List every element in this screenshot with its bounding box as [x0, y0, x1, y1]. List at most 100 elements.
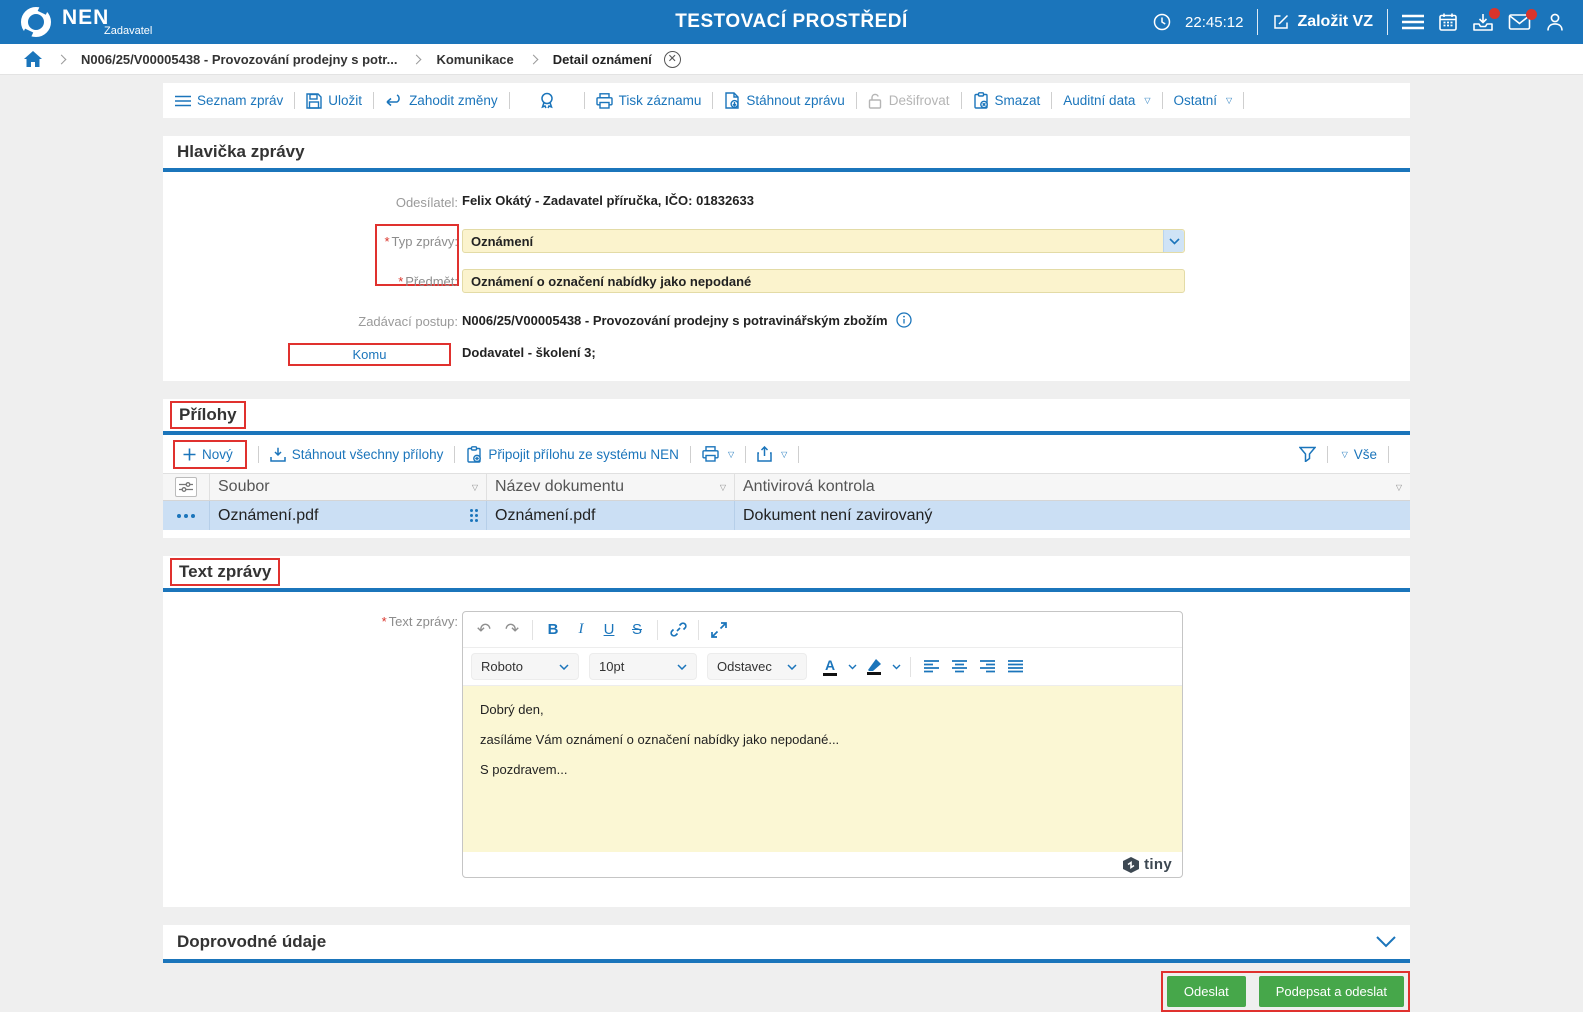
link-icon[interactable]	[665, 617, 691, 643]
underline-icon[interactable]: U	[596, 617, 622, 643]
attachments-section: Přílohy Nový Stáhnout všechny přílohy Př…	[163, 399, 1410, 538]
column-settings-icon[interactable]	[175, 477, 197, 497]
divider	[855, 92, 857, 109]
type-label: * Typ zprávy:	[384, 234, 458, 249]
editor-line: Dobrý den,	[480, 702, 544, 717]
text-color-button[interactable]: A	[817, 654, 843, 680]
message-header-section: Hlavička zprávy Odesílatel: Felix Okátý …	[163, 136, 1410, 381]
attachment-doc-name: Oznámení.pdf	[495, 506, 596, 524]
message-type-select[interactable]: Oznámení	[462, 229, 1185, 253]
tinymce-logo-icon	[1123, 856, 1140, 873]
expand-chevron-icon[interactable]	[1376, 936, 1396, 948]
filter-all-dropdown[interactable]: ▽ Vše	[1339, 447, 1377, 462]
breadcrumb-procedure[interactable]: N006/25/V00005438 - Provozování prodejny…	[81, 52, 397, 67]
editor-toolbar-row2: Roboto 10pt Odstavec A	[463, 648, 1182, 686]
divider	[1387, 9, 1388, 35]
inbox-button[interactable]	[1472, 8, 1500, 32]
column-filter-icon[interactable]: ▽	[1396, 483, 1402, 492]
caret-down-icon: ▽	[1226, 96, 1233, 105]
download-message-button[interactable]: Stáhnout zprávu	[724, 92, 845, 109]
message-list-button[interactable]: Seznam zpráv	[175, 93, 283, 108]
section-title-hlavicka: Hlavička zprávy	[177, 142, 305, 161]
decrypt-button: Dešifrovat	[868, 93, 950, 109]
drag-handle-icon[interactable]	[470, 509, 478, 522]
section-title-doprovodne: Doprovodné údaje	[177, 932, 327, 951]
main-menu-button[interactable]	[1402, 14, 1424, 30]
user-profile-button[interactable]	[1545, 12, 1565, 32]
discard-changes-button[interactable]: Zahodit změny	[385, 93, 498, 108]
export-attachments-dropdown[interactable]: ▽	[757, 446, 787, 462]
send-button[interactable]: Odeslat	[1166, 976, 1246, 1007]
undo-icon[interactable]: ↶	[471, 617, 497, 643]
chevron-down-icon[interactable]	[1163, 230, 1184, 252]
delete-button[interactable]: Smazat	[973, 92, 1040, 109]
editor-line: S pozdravem...	[480, 762, 568, 777]
font-size-select[interactable]: 10pt	[589, 653, 697, 680]
attachment-row[interactable]: Oznámení.pdf Oznámení.pdf Dokument není …	[163, 501, 1410, 530]
highlight-color-button[interactable]	[861, 654, 887, 680]
print-record-button[interactable]: Tisk záznamu	[595, 92, 701, 109]
attach-from-nen-button[interactable]: Připojit přílohu ze systému NEN	[466, 445, 679, 463]
row-menu-icon[interactable]	[177, 513, 195, 518]
subject-input[interactable]: Oznámení o označení nabídky jako nepodan…	[462, 269, 1185, 293]
save-button[interactable]: Uložit	[306, 92, 362, 109]
info-icon[interactable]	[895, 312, 912, 328]
caret-down-icon: ▽	[1144, 96, 1151, 105]
paragraph-format-select[interactable]: Odstavec	[707, 653, 807, 680]
calendar-icon	[1438, 12, 1458, 32]
home-icon[interactable]	[24, 51, 42, 67]
recipients-button[interactable]: Komu	[288, 343, 451, 366]
text-color-caret[interactable]	[845, 654, 859, 680]
filter-button[interactable]	[1298, 446, 1316, 462]
editor-line: zasíláme Vám oznámení o označení nabídky…	[480, 732, 840, 747]
section-title-text-zpravy: Text zprávy	[170, 558, 281, 586]
record-toolbar: Seznam zpráv Uložit Zahodit změny Tisk z…	[163, 83, 1410, 118]
attachments-table-header: Soubor ▽ Název dokumentu ▽ Antivirová ko…	[163, 473, 1410, 501]
sign-and-send-button[interactable]: Podepsat a odeslat	[1258, 976, 1404, 1007]
attachment-antivirus-status: Dokument není zavirovaný	[743, 506, 933, 524]
italic-icon[interactable]: I	[568, 617, 594, 643]
align-right-icon[interactable]	[974, 654, 1000, 680]
column-header-nazev[interactable]: Název dokumentu ▽	[487, 474, 735, 500]
column-filter-icon[interactable]: ▽	[472, 483, 478, 492]
download-all-attachments-button[interactable]: Stáhnout všechny přílohy	[270, 447, 443, 462]
column-filter-icon[interactable]: ▽	[720, 483, 726, 492]
messages-button[interactable]	[1508, 9, 1537, 31]
nen-logo[interactable]: NEN Zadavatel	[18, 4, 152, 40]
procedure-label: Zadávací postup:	[358, 314, 458, 329]
breadcrumb-komunikace[interactable]: Komunikace	[436, 52, 513, 67]
column-header-antivir[interactable]: Antivirová kontrola ▽	[735, 474, 1410, 500]
close-tab-icon[interactable]: ✕	[663, 50, 681, 68]
rich-text-editor[interactable]: ↶ ↷ B I U S Roboto 10pt Odstavec A Dobrý…	[462, 611, 1183, 878]
audit-data-dropdown[interactable]: Auditní data ▽	[1063, 93, 1150, 108]
nen-logo-icon	[18, 4, 54, 40]
edit-icon	[1272, 13, 1290, 31]
align-justify-icon[interactable]	[1002, 654, 1028, 680]
align-center-icon[interactable]	[946, 654, 972, 680]
align-left-icon[interactable]	[918, 654, 944, 680]
breadcrumb-current: Detail oznámení	[552, 51, 652, 67]
attachments-toolbar: Nový Stáhnout všechny přílohy Připojit p…	[163, 435, 1410, 473]
new-attachment-button[interactable]: Nový	[173, 439, 247, 469]
seal-button[interactable]	[521, 92, 573, 110]
section-title-prilohy: Přílohy	[170, 401, 246, 429]
bold-icon[interactable]: B	[540, 617, 566, 643]
font-family-select[interactable]: Roboto	[471, 653, 579, 680]
create-vz-button[interactable]: Založit VZ	[1272, 13, 1373, 31]
caret-down-icon: ▽	[727, 449, 735, 459]
inbox-notification-badge	[1489, 8, 1500, 19]
message-text-label: * Text zprávy:	[381, 614, 458, 629]
highlight-color-caret[interactable]	[889, 654, 903, 680]
redo-icon[interactable]: ↷	[499, 617, 525, 643]
footer-actions: Odeslat Podepsat a odeslat	[163, 971, 1410, 1012]
fullscreen-icon[interactable]	[706, 617, 732, 643]
strikethrough-icon[interactable]: S	[624, 617, 650, 643]
divider	[1326, 445, 1328, 463]
top-header: NEN Zadavatel TESTOVACÍ PROSTŘEDÍ 22:45:…	[0, 0, 1583, 44]
calendar-button[interactable]	[1438, 12, 1458, 32]
other-dropdown[interactable]: Ostatní ▽	[1174, 93, 1233, 108]
print-attachments-dropdown[interactable]: ▽	[702, 446, 734, 462]
message-text-section: Text zprávy * Text zprávy: ↶ ↷ B I U S R…	[163, 556, 1410, 907]
editor-content[interactable]: Dobrý den, zasíláme Vám oznámení o označ…	[463, 686, 1182, 852]
column-header-soubor[interactable]: Soubor ▽	[210, 474, 487, 500]
